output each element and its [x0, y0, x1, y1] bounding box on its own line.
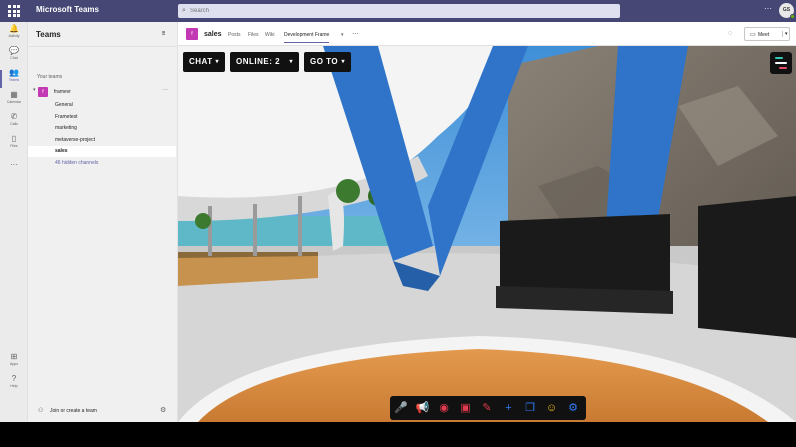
channel-name: sales	[204, 31, 222, 38]
more-options-icon[interactable]: ···	[764, 4, 772, 13]
app-rail: 🔔 Activity 💬 Chat 👥 Teams ▦ Calendar ✆ Calls ▯ File…	[0, 22, 28, 422]
rail-item-teams[interactable]: 👥 Teams	[0, 68, 28, 90]
scene-toolbar: 🎤 📢 ◉ ▣ ✎ + ❐ ☺ ⚙	[390, 396, 586, 420]
rail-item-label: Files	[10, 144, 18, 148]
rail-item-calls[interactable]: ✆ Calls	[0, 112, 28, 134]
app-title: Microsoft Teams	[36, 5, 99, 14]
channel-item[interactable]: Frametest	[28, 112, 176, 123]
rail-item-more[interactable]: ···	[0, 160, 28, 182]
add-tab-icon[interactable]: ⋯	[352, 30, 359, 38]
camera-off-icon[interactable]: ◉	[435, 399, 453, 417]
rail-item-label: Apps	[10, 362, 18, 366]
title-bar: Microsoft Teams ⌕ ··· GS	[0, 0, 796, 22]
presence-available-icon	[790, 14, 795, 19]
video-camera-icon: ▭	[750, 32, 756, 38]
phone-icon: ✆	[10, 112, 18, 121]
chevron-down-icon: ▾	[341, 59, 345, 65]
rail-item-label: Help	[10, 384, 18, 388]
channel-team-avatar: f	[186, 28, 198, 40]
rail-item-apps[interactable]: ⊞ Apps	[0, 352, 28, 374]
channel-item[interactable]: metaverse-project	[28, 135, 176, 146]
hamburger-menu-icon[interactable]	[770, 52, 792, 74]
file-icon: ▯	[11, 134, 17, 143]
chevron-down-icon: ▾	[215, 59, 219, 65]
tab-wiki[interactable]: Wiki	[265, 32, 274, 38]
search-icon: ⌕	[182, 7, 186, 14]
hidden-channels-link[interactable]: 46 hidden channels	[28, 158, 176, 169]
avatar[interactable]: GS	[779, 3, 795, 19]
channel-item[interactable]: marketing	[28, 123, 176, 134]
apps-icon: ⊞	[10, 352, 18, 361]
screen-share-icon[interactable]: ▣	[457, 399, 475, 417]
layers-icon[interactable]: ❐	[521, 399, 539, 417]
meet-label: Meet	[758, 32, 770, 38]
more-icon: ···	[10, 160, 18, 169]
avatar-initials: GS	[782, 7, 791, 13]
settings-icon[interactable]: ⚙	[564, 399, 582, 417]
meet-button[interactable]: ▭ Meet ▾	[744, 27, 790, 41]
rail-item-calendar[interactable]: ▦ Calendar	[0, 90, 28, 112]
microphone-icon[interactable]: 🎤	[392, 399, 410, 417]
search-bar[interactable]: ⌕	[178, 4, 620, 18]
app-launcher-icon[interactable]	[8, 5, 20, 17]
channel-item[interactable]: General	[28, 100, 176, 111]
rail-item-label: Chat	[10, 56, 18, 60]
chat-dropdown-button[interactable]: CHAT ▾	[183, 52, 225, 72]
teams-sidebar: Teams ⩩ Your teams ▾ f framevr ··· Gener…	[28, 22, 178, 422]
vr-scene-canvas[interactable]: CHAT ▾ ONLINE: 2 ▾ GO TO ▾ 🎤 📢 ◉ ▣ ✎ + ❐ ☺ ⚙	[178, 46, 796, 422]
online-users-dropdown-button[interactable]: ONLINE: 2 ▾	[230, 52, 299, 72]
your-teams-heading: Your teams	[37, 74, 63, 80]
rail-item-help[interactable]: ? Help	[0, 374, 28, 396]
rail-item-label: Calls	[10, 122, 18, 126]
join-create-team-button[interactable]: ⚇ Join or create a team ⚙	[28, 402, 178, 422]
rail-item-label: Activity	[8, 34, 20, 38]
tab-posts[interactable]: Posts	[228, 32, 241, 38]
help-icon: ?	[11, 374, 17, 383]
bell-icon: 🔔	[9, 24, 19, 33]
channel-item[interactable]: sales	[28, 146, 176, 157]
pen-tool-icon[interactable]: ✎	[478, 399, 496, 417]
calendar-icon: ▦	[10, 90, 18, 99]
goto-dropdown-button[interactable]: GO TO ▾	[304, 52, 351, 72]
chevron-down-icon[interactable]: ▾	[782, 31, 788, 37]
online-count-label: ONLINE: 2	[236, 57, 281, 66]
search-input[interactable]	[190, 4, 610, 18]
tab-development-frame[interactable]: Development Frame	[284, 32, 330, 43]
join-create-team-label: Join or create a team	[50, 408, 97, 414]
goto-label: GO TO	[310, 57, 339, 66]
plus-icon[interactable]: +	[500, 399, 518, 417]
divider	[28, 46, 178, 47]
rail-item-activity[interactable]: 🔔 Activity	[0, 24, 28, 46]
join-team-icon: ⚇	[38, 408, 44, 414]
chat-icon: 💬	[9, 46, 19, 55]
team-more-icon[interactable]: ···	[162, 87, 168, 93]
conversation-icon[interactable]: ◌	[728, 30, 732, 37]
rail-item-label: Calendar	[6, 100, 22, 104]
gear-icon[interactable]: ⚙	[160, 406, 166, 414]
sidebar-title: Teams	[36, 30, 61, 39]
tab-files[interactable]: Files	[248, 32, 259, 38]
rail-item-files[interactable]: ▯ Files	[0, 134, 28, 156]
rail-item-chat[interactable]: 💬 Chat	[0, 46, 28, 68]
emoji-icon[interactable]: ☺	[543, 399, 561, 417]
channel-header: f sales Posts Files Wiki Development Frame …	[178, 22, 796, 46]
chat-label: CHAT	[189, 57, 213, 66]
megaphone-icon[interactable]: 📢	[414, 399, 432, 417]
filter-icon[interactable]: ⩩	[162, 31, 165, 38]
rail-item-label: Teams	[8, 78, 20, 82]
chevron-down-icon[interactable]: ▾	[33, 87, 36, 93]
team-avatar: f	[38, 87, 48, 97]
chevron-down-icon[interactable]: ▾	[341, 32, 344, 38]
team-item[interactable]: ▾ f framevr ···	[28, 85, 178, 98]
team-name: framevr	[54, 89, 71, 95]
chevron-down-icon: ▾	[289, 59, 293, 65]
scene-render	[178, 46, 796, 422]
teams-icon: 👥	[9, 68, 19, 77]
